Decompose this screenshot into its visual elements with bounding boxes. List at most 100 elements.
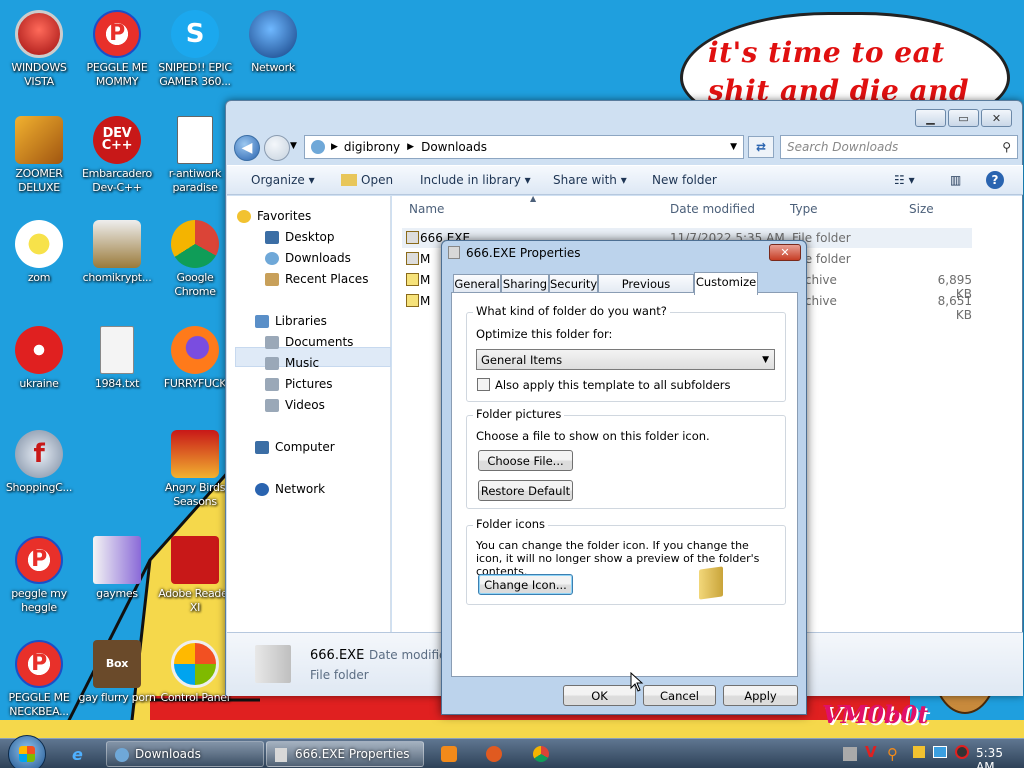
tray-volume-icon[interactable]	[955, 745, 969, 759]
tab-security[interactable]: Security	[549, 274, 598, 293]
ok-button[interactable]: OK	[563, 685, 636, 706]
desktop-icon[interactable]: WINDOWS VISTA	[0, 10, 78, 89]
address-dropdown-icon[interactable]: ▼	[730, 142, 737, 152]
details-type: File folder	[310, 668, 369, 682]
nav-pictures[interactable]: Pictures	[265, 377, 333, 391]
chrome-icon[interactable]	[533, 746, 549, 762]
optimize-select[interactable]: General Items ▼	[476, 349, 775, 370]
include-library-button[interactable]: Include in library ▾	[420, 173, 531, 187]
task-properties[interactable]: 666.EXE Properties	[266, 741, 424, 767]
desktop-icon[interactable]: Ppeggle my heggle	[0, 536, 78, 615]
desktop-icon[interactable]: Control Panel	[156, 640, 234, 705]
explorer-icon	[115, 748, 129, 762]
help-icon[interactable]: ?	[986, 171, 1004, 189]
tray-antivirus-icon[interactable]: V	[865, 743, 877, 761]
preview-pane-icon[interactable]: ▥	[950, 173, 961, 187]
apply-subfolders-checkbox[interactable]	[477, 378, 490, 391]
desktop-icon[interactable]: DEV C++ Embarcadero Dev-C++	[78, 116, 156, 195]
back-button[interactable]: ◀	[234, 135, 260, 161]
tray-display-icon[interactable]	[933, 746, 947, 758]
desktop-icon[interactable]: gaymes	[78, 536, 156, 601]
nav-libraries[interactable]: Libraries	[255, 314, 327, 328]
column-type[interactable]: Type	[790, 202, 818, 216]
column-date[interactable]: Date modified	[670, 202, 755, 216]
nav-favorites[interactable]: Favorites	[237, 209, 311, 223]
column-name[interactable]: Name	[409, 202, 444, 216]
open-button[interactable]: Open	[341, 173, 393, 187]
apply-button[interactable]: Apply	[723, 685, 798, 706]
media-player-icon[interactable]	[441, 746, 457, 762]
nav-network[interactable]: Network	[255, 482, 325, 496]
apply-subfolders-label[interactable]: Also apply this template to all subfolde…	[495, 378, 731, 392]
desktop-icon[interactable]: Box gay flurry porn	[78, 640, 156, 705]
breadcrumb-downloads[interactable]: Downloads	[421, 140, 487, 154]
desktop-icon[interactable]: P PEGGLE ME NECKBEA...	[0, 640, 78, 719]
desktop-icon[interactable]: ukraine	[0, 326, 78, 391]
windows-logo-icon	[19, 746, 35, 762]
start-button[interactable]	[8, 735, 46, 768]
view-options-icon[interactable]: ☷ ▾	[894, 173, 915, 187]
desktop-icon[interactable]: S SNIPED!! EPIC GAMER 360...	[156, 10, 234, 89]
nav-recent-places[interactable]: Recent Places	[265, 272, 368, 286]
refresh-button[interactable]: ⇄	[748, 136, 774, 158]
desktop-icon[interactable]: ZOOMER DELUXE	[0, 116, 78, 195]
tray-network-icon[interactable]	[913, 746, 925, 758]
nav-documents[interactable]: Documents	[265, 335, 353, 349]
tray-app-icon[interactable]	[843, 747, 857, 761]
desktop-icon[interactable]: Angry Birds Seasons	[156, 430, 234, 509]
tab-previous-versions[interactable]: Previous Versions	[598, 274, 694, 305]
nav-computer[interactable]: Computer	[255, 440, 335, 454]
organize-button[interactable]: Organize ▾	[251, 173, 315, 187]
desktop-icon[interactable]: chomikrypt...	[78, 220, 156, 285]
task-downloads[interactable]: Downloads	[106, 741, 264, 767]
desktop-icon[interactable]: FURRYFUCK	[156, 326, 234, 391]
desktop-icon[interactable]: r-antiwork paradise	[156, 116, 234, 195]
column-size[interactable]: Size	[909, 202, 934, 216]
properties-dialog[interactable]: 666.EXE Properties ✕ General Sharing Sec…	[441, 240, 807, 715]
details-name: 666.EXE	[310, 648, 365, 663]
internet-explorer-icon[interactable]: e	[72, 745, 83, 764]
change-icon-button[interactable]: Change Icon...	[478, 574, 573, 595]
maximize-button[interactable]: ▭	[948, 109, 979, 127]
adobe-reader-icon	[171, 536, 219, 584]
recent-places-icon	[265, 272, 279, 286]
address-bar[interactable]: ▶ digibrony ▶ Downloads ▼	[304, 135, 744, 159]
folder-icon	[255, 645, 291, 683]
desktop-icon[interactable]: Adobe Reader XI	[156, 536, 234, 615]
clock[interactable]: 5:35 AM	[976, 746, 1024, 768]
choose-file-button[interactable]: Choose File...	[478, 450, 573, 471]
breadcrumb-separator-icon: ▶	[407, 142, 415, 152]
minimize-button[interactable]: ▁	[915, 109, 946, 127]
desktop-icon[interactable]: Google Chrome	[156, 220, 234, 299]
nav-desktop[interactable]: Desktop	[265, 230, 335, 244]
chevron-down-icon: ▼	[762, 354, 769, 365]
nav-music[interactable]: Music	[265, 356, 319, 370]
close-button[interactable]: ✕	[981, 109, 1012, 127]
search-input[interactable]: Search Downloads ⚲	[780, 135, 1018, 159]
history-dropdown-icon[interactable]: ▼	[290, 141, 297, 151]
tray-search-icon[interactable]: ⚲	[887, 745, 898, 763]
forward-button[interactable]	[264, 135, 290, 161]
tab-customize[interactable]: Customize	[694, 272, 758, 295]
desktop-icon[interactable]: P PEGGLE ME MOMMY	[78, 10, 156, 89]
cancel-button[interactable]: Cancel	[643, 685, 716, 706]
navigation-bar: ◀ ▼ ▶ digibrony ▶ Downloads ▼ ⇄ Search D…	[232, 133, 1018, 161]
desktop-icon[interactable]: zom	[0, 220, 78, 285]
mouse-cursor-icon	[630, 672, 644, 692]
restore-default-button[interactable]: Restore Default	[478, 480, 573, 501]
tab-general[interactable]: General	[453, 274, 501, 293]
desktop-icon-label: ukraine	[19, 377, 59, 390]
nav-videos[interactable]: Videos	[265, 398, 325, 412]
desktop-icon-label: Adobe Reader XI	[158, 587, 232, 614]
share-with-button[interactable]: Share with ▾	[553, 173, 627, 187]
desktop-icon[interactable]: 1984.txt	[78, 326, 156, 391]
new-folder-button[interactable]: New folder	[652, 173, 717, 187]
desktop-icon[interactable]: Network	[234, 10, 312, 75]
breadcrumb-digibrony[interactable]: digibrony	[344, 140, 400, 154]
nav-downloads[interactable]: Downloads	[265, 251, 351, 265]
dialog-close-button[interactable]: ✕	[769, 244, 801, 261]
desktop-icon[interactable]: f ShoppingC...	[0, 430, 78, 495]
app-icon[interactable]	[486, 746, 502, 762]
documents-icon	[265, 335, 279, 349]
tab-sharing[interactable]: Sharing	[501, 274, 549, 293]
